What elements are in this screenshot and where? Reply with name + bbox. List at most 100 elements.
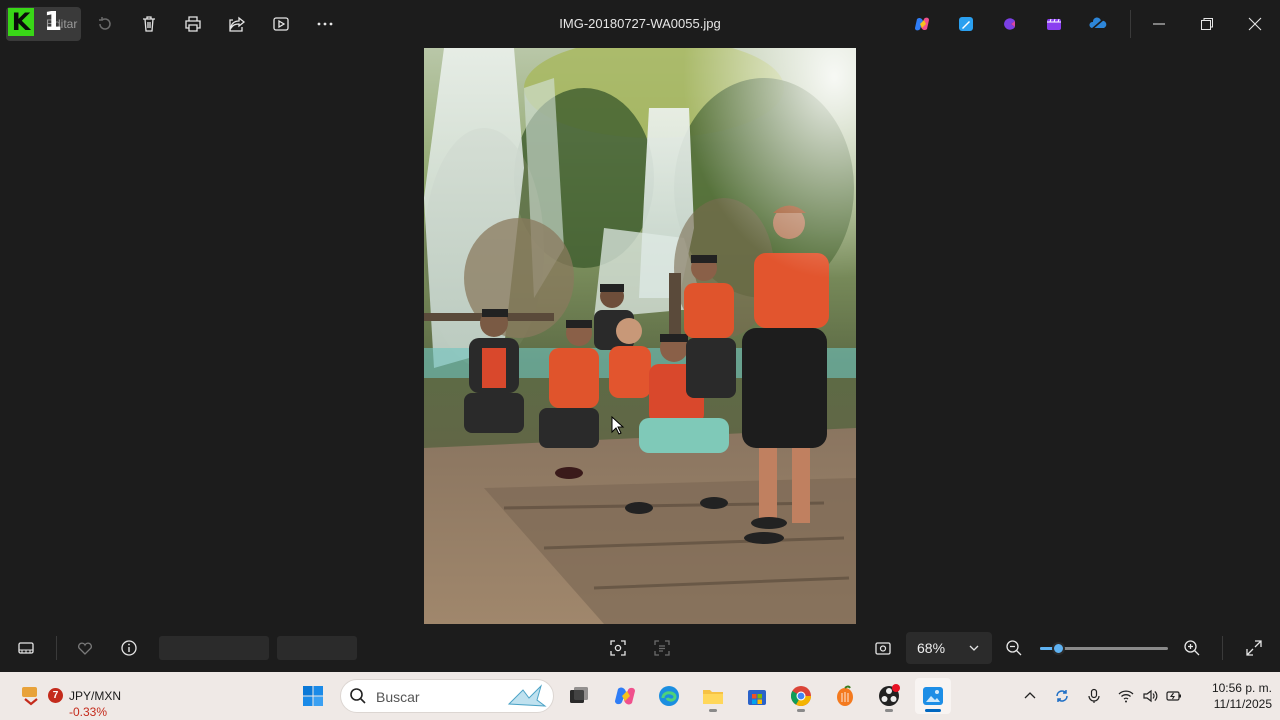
loading-placeholder	[277, 636, 357, 660]
running-indicator	[709, 709, 717, 712]
image-viewer[interactable]	[0, 48, 1280, 624]
volume-tray-button[interactable]	[1140, 686, 1160, 706]
battery-charging-icon	[1166, 691, 1181, 701]
restore-button[interactable]	[1187, 8, 1227, 40]
onedrive-button[interactable]	[1082, 8, 1114, 40]
copilot-taskbar-button[interactable]	[607, 678, 643, 714]
bottom-toolbar: 68%	[0, 624, 1280, 672]
rotate-button[interactable]	[89, 8, 121, 40]
share-button[interactable]	[221, 8, 253, 40]
print-button[interactable]	[177, 8, 209, 40]
minimize-icon	[1153, 23, 1165, 25]
visual-search-icon	[610, 640, 626, 656]
file-explorer-button[interactable]	[695, 678, 731, 714]
windows-taskbar: 7 JPY/MXN -0.33% Buscar 10:56 p. m. 11/1…	[0, 672, 1280, 720]
widgets-ticker[interactable]: 7 JPY/MXN -0.33%	[18, 680, 122, 719]
running-indicator-active	[925, 709, 941, 712]
chrome-button[interactable]	[783, 678, 819, 714]
clock-date: 11/11/2025	[1213, 697, 1272, 711]
start-button[interactable]	[295, 678, 331, 714]
more-options-button[interactable]	[309, 8, 341, 40]
battery-tray-button[interactable]	[1164, 686, 1184, 706]
favorite-button[interactable]	[69, 632, 101, 664]
minimize-button[interactable]	[1139, 8, 1179, 40]
running-indicator	[797, 709, 805, 712]
sync-icon	[1056, 690, 1068, 702]
video-editor-button[interactable]	[1038, 8, 1070, 40]
filmstrip-icon	[18, 642, 34, 654]
task-view-button[interactable]	[561, 678, 597, 714]
filmstrip-button[interactable]	[10, 632, 42, 664]
microphone-icon	[1088, 688, 1100, 703]
close-button[interactable]	[1235, 8, 1275, 40]
fullscreen-button[interactable]	[1238, 632, 1270, 664]
taskbar-search[interactable]: Buscar	[340, 679, 554, 713]
visual-search-button[interactable]	[602, 632, 634, 664]
chevron-down-icon	[969, 645, 979, 651]
close-icon	[1248, 17, 1262, 31]
system-clock[interactable]: 10:56 p. m. 11/11/2025	[1192, 680, 1272, 712]
zoom-in-button[interactable]	[1176, 632, 1208, 664]
search-highlight-icon	[507, 684, 547, 707]
designer-icon	[959, 17, 973, 31]
zoom-out-button[interactable]	[998, 632, 1030, 664]
delete-button[interactable]	[133, 8, 165, 40]
clipchamp-button[interactable]	[994, 8, 1026, 40]
clock-time: 10:56 p. m.	[1211, 681, 1272, 695]
volume-icon	[1143, 689, 1158, 703]
photo-image	[424, 48, 856, 624]
onedrive-icon	[1089, 17, 1107, 31]
title-bar: Editar K 1 IMG-20180727-WA0055.jpg	[0, 0, 1280, 48]
windows-logo-icon	[303, 686, 323, 706]
designer-button[interactable]	[950, 8, 982, 40]
bottom-divider	[1222, 636, 1223, 660]
currency-widget-icon	[22, 687, 38, 706]
zoom-level-value: 68%	[917, 640, 946, 656]
fl-studio-icon	[837, 685, 853, 706]
photos-icon	[923, 687, 943, 705]
copilot-button[interactable]	[906, 8, 938, 40]
overlay-badge: 1	[44, 7, 63, 37]
more-icon	[317, 22, 333, 26]
microsoft-store-button[interactable]	[739, 678, 775, 714]
task-view-icon	[570, 687, 588, 703]
zoom-in-icon	[1184, 640, 1200, 656]
obs-button[interactable]	[871, 678, 907, 714]
zoom-level-dropdown[interactable]: 68%	[906, 632, 992, 664]
search-icon	[350, 688, 366, 704]
photos-button[interactable]	[915, 678, 951, 714]
file-info-button[interactable]	[113, 632, 145, 664]
microphone-tray-button[interactable]	[1084, 686, 1104, 706]
info-icon	[121, 640, 137, 656]
ticker-change: -0.33%	[69, 705, 108, 719]
wifi-tray-button[interactable]	[1116, 686, 1136, 706]
k-logo-icon: K	[8, 8, 34, 36]
edge-button[interactable]	[651, 678, 687, 714]
slideshow-icon	[273, 17, 289, 31]
favorite-icon	[78, 642, 92, 655]
bottom-divider	[56, 636, 57, 660]
text-scan-button[interactable]	[646, 632, 678, 664]
toolbar-divider	[1130, 10, 1131, 38]
fullscreen-icon	[1246, 640, 1262, 656]
actual-size-button[interactable]	[867, 632, 899, 664]
restore-icon	[1201, 18, 1213, 30]
search-placeholder: Buscar	[376, 689, 420, 705]
ticker-name: JPY/MXN	[69, 689, 122, 703]
sync-tray-button[interactable]	[1052, 686, 1072, 706]
rotate-icon	[99, 17, 111, 30]
edge-icon	[659, 686, 679, 706]
running-indicator	[885, 709, 893, 712]
show-hidden-icons-button[interactable]	[1020, 686, 1040, 706]
slideshow-button[interactable]	[265, 8, 297, 40]
copilot-icon	[915, 17, 929, 31]
folder-icon	[703, 690, 723, 704]
fl-studio-button[interactable]	[827, 678, 863, 714]
zoom-slider[interactable]	[1040, 642, 1168, 655]
chevron-up-icon	[1024, 692, 1036, 699]
photo-waterfall-group[interactable]	[424, 48, 856, 624]
copilot-icon	[615, 687, 635, 705]
zoom-slider-thumb[interactable]	[1051, 642, 1065, 655]
notification-badge: 7	[48, 688, 63, 703]
video-editor-icon	[1047, 18, 1061, 30]
